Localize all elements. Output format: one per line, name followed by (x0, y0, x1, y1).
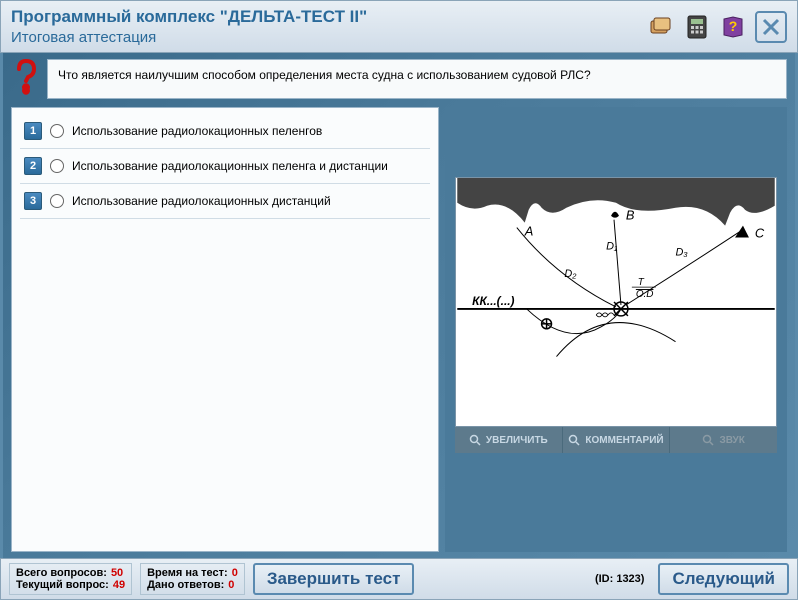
answer-option[interactable]: 1 Использование радиолокационных пеленго… (20, 114, 430, 149)
current-question-value: 49 (113, 579, 125, 591)
current-question-label: Текущий вопрос: (16, 579, 109, 591)
close-button[interactable] (755, 11, 787, 43)
answer-label: Использование радиолокационных дистанций (72, 194, 331, 208)
magnifier-icon (702, 434, 714, 446)
media-background: A B C D₁ D₂ D₃ (445, 107, 787, 552)
radio-icon[interactable] (50, 159, 64, 173)
label-OD: O.D (636, 289, 654, 300)
question-mark-icon (11, 59, 41, 99)
header-titles: Программный комплекс "ДЕЛЬТА-ТЕСТ II" Ит… (11, 7, 367, 46)
label-D1: D₁ (606, 240, 618, 252)
answered-value: 0 (228, 579, 234, 591)
label-KK: КК...(...) (472, 294, 514, 308)
answer-label: Использование радиолокационных пеленга и… (72, 159, 388, 173)
label-D2: D₂ (564, 268, 577, 280)
zoom-label: УВЕЛИЧИТЬ (486, 435, 548, 446)
radio-icon[interactable] (50, 194, 64, 208)
label-B: B (626, 208, 635, 223)
sound-label: ЗВУК (719, 435, 744, 446)
label-T: T (638, 277, 645, 288)
finish-label: Завершить тест (267, 569, 401, 589)
label-C: C (755, 226, 765, 241)
header-icons: ? (647, 11, 787, 43)
label-D3: D₃ (676, 246, 689, 258)
time-label: Время на тест: (147, 567, 228, 579)
footer: Всего вопросов: 50 Текущий вопрос: 49 Вр… (0, 558, 798, 600)
main-area: Что является наилучшим способом определе… (0, 53, 798, 558)
media-buttons: УВЕЛИЧИТЬ КОММЕНТАРИЙ ЗВУК (455, 427, 777, 453)
question-text: Что является наилучшим способом определе… (47, 59, 787, 99)
app-subtitle: Итоговая аттестация (11, 29, 367, 46)
label-A: A (524, 224, 534, 239)
content: 1 Использование радиолокационных пеленго… (3, 103, 795, 558)
answer-number: 2 (24, 157, 42, 175)
magnifier-icon (469, 434, 481, 446)
answer-number: 3 (24, 192, 42, 210)
answer-option[interactable]: 3 Использование радиолокационных дистанц… (20, 184, 430, 219)
answer-option[interactable]: 2 Использование радиолокационных пеленга… (20, 149, 430, 184)
time-value: 0 (232, 567, 238, 579)
calculator-icon[interactable] (683, 13, 711, 41)
comment-button[interactable]: КОММЕНТАРИЙ (563, 427, 671, 453)
media-panel: A B C D₁ D₂ D₃ (445, 107, 787, 552)
finish-test-button[interactable]: Завершить тест (253, 563, 415, 595)
total-questions-label: Всего вопросов: (16, 567, 107, 579)
diagram-image[interactable]: A B C D₁ D₂ D₃ (455, 177, 777, 427)
radio-icon[interactable] (50, 124, 64, 138)
footer-stats-time: Время на тест: 0 Дано ответов: 0 (140, 563, 245, 595)
comment-label: КОММЕНТАРИЙ (585, 435, 663, 446)
total-questions-value: 50 (111, 567, 123, 579)
svg-text:?: ? (729, 18, 738, 34)
question-id: (ID: 1323) (595, 573, 645, 585)
magnifier-icon (568, 434, 580, 446)
zoom-button[interactable]: УВЕЛИЧИТЬ (455, 427, 563, 453)
question-bar: Что является наилучшим способом определе… (3, 53, 795, 103)
app-title: Программный комплекс "ДЕЛЬТА-ТЕСТ II" (11, 7, 367, 27)
answered-label: Дано ответов: (147, 579, 224, 591)
help-book-icon[interactable]: ? (719, 13, 747, 41)
answer-number: 1 (24, 122, 42, 140)
cards-icon[interactable] (647, 13, 675, 41)
answer-label: Использование радиолокационных пеленгов (72, 124, 322, 138)
next-label: Следующий (672, 569, 775, 589)
header: Программный комплекс "ДЕЛЬТА-ТЕСТ II" Ит… (0, 0, 798, 53)
sound-button: ЗВУК (670, 427, 777, 453)
next-button[interactable]: Следующий (658, 563, 789, 595)
footer-stats-questions: Всего вопросов: 50 Текущий вопрос: 49 (9, 563, 132, 595)
answers-panel: 1 Использование радиолокационных пеленго… (11, 107, 439, 552)
